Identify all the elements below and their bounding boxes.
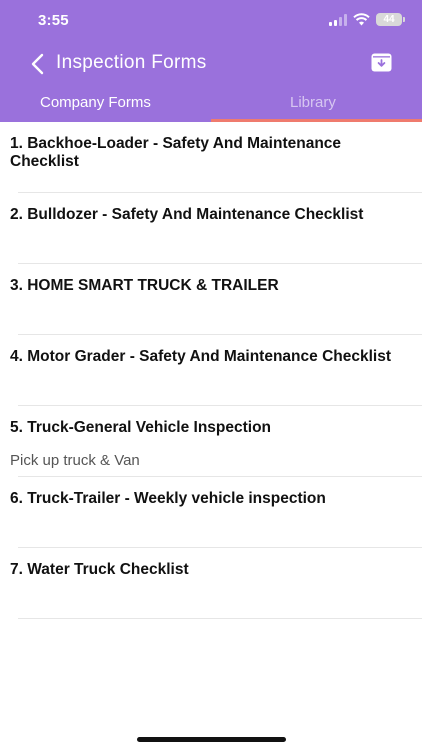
form-title: 1. Backhoe-Loader - Safety And Maintenan… bbox=[10, 135, 342, 170]
navigation-bar: Inspection Forms bbox=[0, 44, 422, 84]
form-list-item[interactable]: 3. HOME SMART TRUCK & TRAILER bbox=[0, 264, 422, 335]
page-title: Inspection Forms bbox=[56, 52, 207, 73]
tab-library-label: Library bbox=[290, 94, 336, 111]
status-time: 3:55 bbox=[38, 12, 69, 29]
list-divider bbox=[18, 618, 422, 619]
form-title: 6. Truck-Trailer - Weekly vehicle inspec… bbox=[10, 490, 326, 507]
home-indicator[interactable] bbox=[137, 737, 286, 742]
wifi-icon bbox=[353, 13, 370, 26]
form-subtitle: Pick up truck & Van bbox=[10, 452, 140, 469]
forms-list: 1. Backhoe-Loader - Safety And Maintenan… bbox=[0, 122, 422, 619]
battery-level: 44 bbox=[383, 14, 395, 25]
form-list-item[interactable]: 1. Backhoe-Loader - Safety And Maintenan… bbox=[0, 122, 422, 193]
form-title: 3. HOME SMART TRUCK & TRAILER bbox=[10, 277, 279, 294]
app-header: 3:55 44 Inspection Forms Company Forms L… bbox=[0, 0, 422, 122]
form-title: 7. Water Truck Checklist bbox=[10, 561, 189, 578]
battery-icon: 44 bbox=[376, 13, 405, 26]
form-title: 5. Truck-General Vehicle Inspection bbox=[10, 419, 272, 436]
status-bar: 3:55 44 bbox=[0, 0, 422, 44]
tab-company-forms-label: Company Forms bbox=[40, 94, 151, 111]
form-list-item[interactable]: 2. Bulldozer - Safety And Maintenance Ch… bbox=[0, 193, 422, 264]
form-list-item[interactable]: 7. Water Truck Checklist bbox=[0, 548, 422, 619]
tab-bar: Company Forms Library bbox=[0, 84, 422, 122]
status-icons: 44 bbox=[329, 13, 405, 26]
form-list-item[interactable]: 5. Truck-General Vehicle Inspection Pick… bbox=[0, 406, 422, 477]
form-title: 4. Motor Grader - Safety And Maintenance… bbox=[10, 348, 391, 365]
form-list-item[interactable]: 4. Motor Grader - Safety And Maintenance… bbox=[0, 335, 422, 406]
archive-inbox-icon[interactable] bbox=[371, 53, 392, 72]
form-list-item[interactable]: 6. Truck-Trailer - Weekly vehicle inspec… bbox=[0, 477, 422, 548]
form-title: 2. Bulldozer - Safety And Maintenance Ch… bbox=[10, 206, 364, 223]
tab-company-forms[interactable]: Company Forms bbox=[0, 84, 211, 122]
cellular-signal-icon bbox=[329, 13, 347, 26]
tab-library[interactable]: Library bbox=[211, 84, 422, 122]
back-chevron-icon[interactable] bbox=[28, 52, 48, 76]
